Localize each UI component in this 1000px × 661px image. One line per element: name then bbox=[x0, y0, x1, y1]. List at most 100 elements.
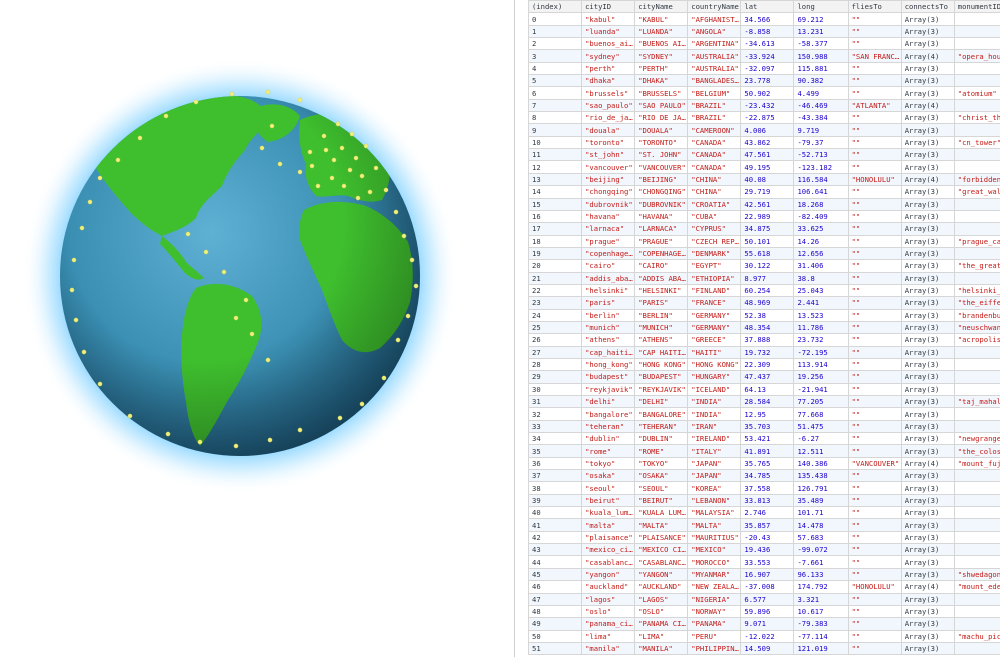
city-marker[interactable] bbox=[244, 298, 248, 302]
city-marker[interactable] bbox=[234, 316, 238, 320]
cell-connects-to[interactable]: Array(3) bbox=[901, 161, 954, 173]
cell-connects-to[interactable]: Array(4) bbox=[901, 581, 954, 593]
city-marker[interactable] bbox=[402, 234, 406, 238]
city-marker[interactable] bbox=[382, 376, 386, 380]
city-marker[interactable] bbox=[116, 158, 120, 162]
city-marker[interactable] bbox=[138, 136, 142, 140]
city-marker[interactable] bbox=[410, 258, 414, 262]
cell-connects-to[interactable]: Array(3) bbox=[901, 482, 954, 494]
table-row[interactable]: 17"larnaca""LARNACA""CYPRUS"34.87533.625… bbox=[529, 223, 1000, 235]
city-marker[interactable] bbox=[198, 440, 202, 444]
city-marker[interactable] bbox=[322, 134, 326, 138]
cell-connects-to[interactable]: Array(3) bbox=[901, 371, 954, 383]
table-row[interactable]: 13"beijing""BEIJING""CHINA"40.08116.584"… bbox=[529, 173, 1000, 185]
cell-connects-to[interactable]: Array(3) bbox=[901, 87, 954, 99]
cell-connects-to[interactable]: Array(3) bbox=[901, 25, 954, 37]
city-marker[interactable] bbox=[394, 210, 398, 214]
city-marker[interactable] bbox=[80, 226, 84, 230]
cell-connects-to[interactable]: Array(3) bbox=[901, 334, 954, 346]
cell-connects-to[interactable]: Array(3) bbox=[901, 396, 954, 408]
cell-connects-to[interactable]: Array(3) bbox=[901, 494, 954, 506]
city-marker[interactable] bbox=[88, 200, 92, 204]
table-row[interactable]: 49"panama_ci…"PANAMA CI…"PANAMA"9.071-79… bbox=[529, 618, 1000, 630]
header-connects-to[interactable]: connectsTo bbox=[901, 1, 954, 13]
header-city-name[interactable]: cityName bbox=[635, 1, 688, 13]
city-marker[interactable] bbox=[368, 190, 372, 194]
table-row[interactable]: 50"lima""LIMA""PERU"-12.022-77.114""Arra… bbox=[529, 630, 1000, 642]
table-row[interactable]: 22"helsinki""HELSINKI""FINLAND"60.25425.… bbox=[529, 284, 1000, 296]
table-row[interactable]: 5"dhaka""DHAKA""BANGLADES…23.77890.382""… bbox=[529, 75, 1000, 87]
cell-connects-to[interactable]: Array(3) bbox=[901, 642, 954, 654]
city-marker[interactable] bbox=[330, 176, 334, 180]
table-row[interactable]: 48"oslo""OSLO""NORWAY"59.89610.617""Arra… bbox=[529, 605, 1000, 617]
city-marker[interactable] bbox=[406, 314, 410, 318]
table-row[interactable]: 30"reykjavik""REYKJAVIK""ICELAND"64.13-2… bbox=[529, 383, 1000, 395]
header-country-name[interactable]: countryName bbox=[688, 1, 741, 13]
city-marker[interactable] bbox=[336, 122, 340, 126]
table-row[interactable]: 11"st_john""ST. JOHN""CANADA"47.561-52.7… bbox=[529, 149, 1000, 161]
cell-connects-to[interactable]: Array(3) bbox=[901, 210, 954, 222]
table-row[interactable]: 41"malta""MALTA""MALTA"35.85714.478""Arr… bbox=[529, 519, 1000, 531]
header-lat[interactable]: lat bbox=[741, 1, 794, 13]
table-row[interactable]: 28"hong_kong""HONG KONG""HONG KONG"22.30… bbox=[529, 358, 1000, 370]
cell-connects-to[interactable]: Array(3) bbox=[901, 284, 954, 296]
city-marker[interactable] bbox=[414, 284, 418, 288]
city-marker[interactable] bbox=[234, 444, 238, 448]
cell-connects-to[interactable]: Array(3) bbox=[901, 593, 954, 605]
table-row[interactable]: 46"auckland""AUCKLAND""NEW ZEALA…-37.008… bbox=[529, 581, 1000, 593]
cell-connects-to[interactable]: Array(3) bbox=[901, 568, 954, 580]
table-row[interactable]: 7"sao_paulo""SAO PAULO""BRAZIL"-23.432-4… bbox=[529, 99, 1000, 111]
cell-connects-to[interactable]: Array(3) bbox=[901, 445, 954, 457]
table-row[interactable]: 36"tokyo""TOKYO""JAPAN"35.765140.386"VAN… bbox=[529, 457, 1000, 469]
cell-connects-to[interactable]: Array(3) bbox=[901, 346, 954, 358]
city-marker[interactable] bbox=[356, 196, 360, 200]
cell-connects-to[interactable]: Array(3) bbox=[901, 408, 954, 420]
cell-connects-to[interactable]: Array(3) bbox=[901, 223, 954, 235]
panel-divider[interactable] bbox=[514, 0, 515, 657]
city-marker[interactable] bbox=[310, 164, 314, 168]
cell-connects-to[interactable]: Array(3) bbox=[901, 149, 954, 161]
city-marker[interactable] bbox=[128, 414, 132, 418]
city-marker[interactable] bbox=[98, 176, 102, 180]
cell-connects-to[interactable]: Array(4) bbox=[901, 99, 954, 111]
city-marker[interactable] bbox=[396, 338, 400, 342]
header-index[interactable]: (index) bbox=[529, 1, 582, 13]
city-marker[interactable] bbox=[332, 158, 336, 162]
header-flies-to[interactable]: fliesTo bbox=[848, 1, 901, 13]
city-marker[interactable] bbox=[194, 100, 198, 104]
cell-connects-to[interactable]: Array(3) bbox=[901, 112, 954, 124]
cell-connects-to[interactable]: Array(4) bbox=[901, 173, 954, 185]
city-marker[interactable] bbox=[98, 382, 102, 386]
header-monument-id[interactable]: monumentID bbox=[954, 1, 1000, 13]
city-marker[interactable] bbox=[340, 146, 344, 150]
cell-connects-to[interactable]: Array(3) bbox=[901, 420, 954, 432]
city-marker[interactable] bbox=[354, 156, 358, 160]
cell-connects-to[interactable]: Array(3) bbox=[901, 383, 954, 395]
cell-connects-to[interactable]: Array(3) bbox=[901, 62, 954, 74]
table-row[interactable]: 0"kabul""KABUL""AFGHANIST…34.56669.212""… bbox=[529, 13, 1000, 25]
table-row[interactable]: 20"cairo""CAIRO""EGYPT"30.12231.406""Arr… bbox=[529, 260, 1000, 272]
city-marker[interactable] bbox=[230, 92, 234, 96]
globe-canvas[interactable] bbox=[0, 0, 514, 657]
cell-connects-to[interactable]: Array(3) bbox=[901, 358, 954, 370]
table-row[interactable]: 10"toronto""TORONTO""CANADA"43.862-79.37… bbox=[529, 136, 1000, 148]
cell-connects-to[interactable]: Array(3) bbox=[901, 309, 954, 321]
table-row[interactable]: 38"seoul""SEOUL""KOREA"37.558126.791""Ar… bbox=[529, 482, 1000, 494]
cell-connects-to[interactable]: Array(3) bbox=[901, 235, 954, 247]
table-row[interactable]: 12"vancouver""VANCOUVER""CANADA"49.195-1… bbox=[529, 161, 1000, 173]
cell-connects-to[interactable]: Array(3) bbox=[901, 605, 954, 617]
cell-connects-to[interactable]: Array(3) bbox=[901, 556, 954, 568]
cell-connects-to[interactable]: Array(3) bbox=[901, 247, 954, 259]
cell-connects-to[interactable]: Array(3) bbox=[901, 519, 954, 531]
header-city-id[interactable]: cityID bbox=[582, 1, 635, 13]
city-marker[interactable] bbox=[360, 402, 364, 406]
city-marker[interactable] bbox=[298, 428, 302, 432]
cell-connects-to[interactable]: Array(3) bbox=[901, 75, 954, 87]
city-marker[interactable] bbox=[222, 270, 226, 274]
table-row[interactable]: 19"copenhage…"COPENHAGE…"DENMARK"55.6181… bbox=[529, 247, 1000, 259]
city-marker[interactable] bbox=[364, 144, 368, 148]
table-row[interactable]: 1"luanda""LUANDA""ANGOLA"-8.85813.231""A… bbox=[529, 25, 1000, 37]
cell-connects-to[interactable]: Array(3) bbox=[901, 260, 954, 272]
cell-connects-to[interactable]: Array(4) bbox=[901, 457, 954, 469]
cell-connects-to[interactable]: Array(3) bbox=[901, 433, 954, 445]
